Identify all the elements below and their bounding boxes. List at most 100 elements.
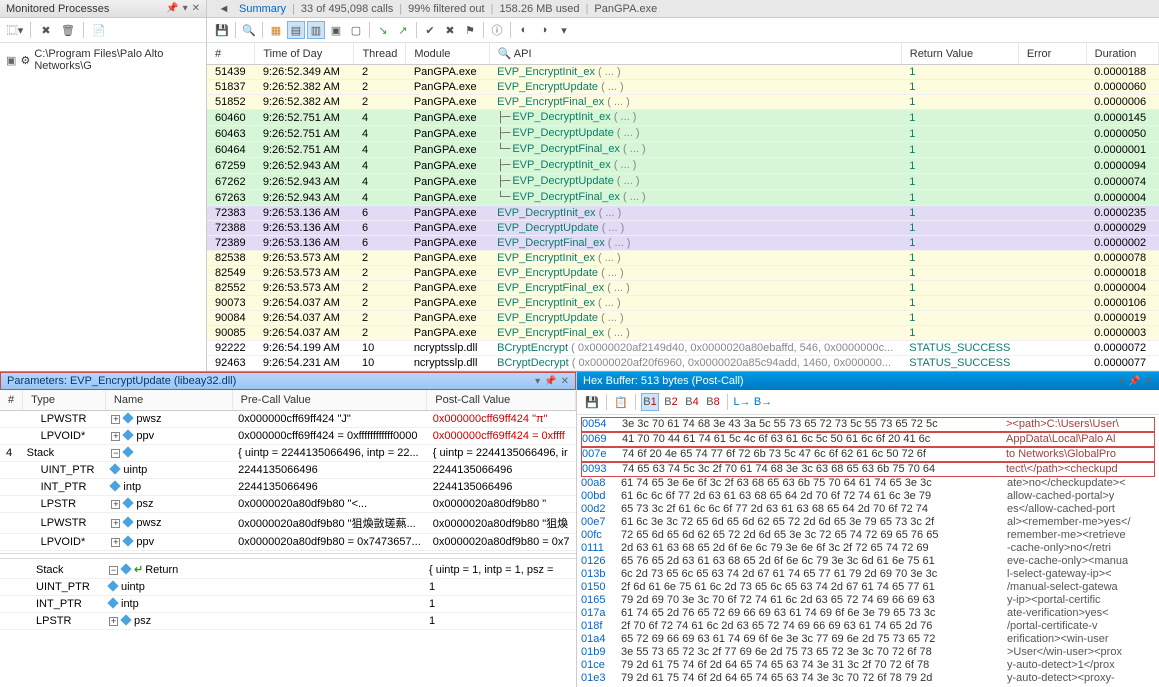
- view3-button[interactable]: ▥: [307, 21, 325, 39]
- info-button[interactable]: ⓘ: [488, 21, 506, 39]
- opt3-button[interactable]: ▾: [555, 21, 573, 39]
- table-row[interactable]: 604649:26:52.751 AM4PanGPA.exe └─EVP_Dec…: [207, 142, 1159, 158]
- col-error[interactable]: Error: [1018, 43, 1086, 65]
- bookmark-del-button[interactable]: ✖: [441, 21, 459, 39]
- pin-icon[interactable]: 📌: [166, 3, 178, 14]
- table-row[interactable]: 518379:26:52.382 AM2PanGPA.exeEVP_Encryp…: [207, 80, 1159, 95]
- goto-button[interactable]: ↘: [374, 21, 392, 39]
- back-button[interactable]: ◄: [215, 0, 233, 18]
- add-proc-button[interactable]: ⿴▾: [6, 21, 24, 39]
- param-row[interactable]: INT_PTRintp1: [0, 596, 576, 613]
- table-row[interactable]: 518529:26:52.382 AM2PanGPA.exeEVP_Encryp…: [207, 95, 1159, 110]
- col-return[interactable]: Return Value: [901, 43, 1018, 65]
- table-row[interactable]: 672629:26:52.943 AM4PanGPA.exe ├─EVP_Dec…: [207, 174, 1159, 190]
- delete-button[interactable]: 🗑: [59, 21, 77, 39]
- b8-button[interactable]: B8: [704, 393, 722, 411]
- pin-icon[interactable]: ▾: [1119, 376, 1124, 387]
- hex-line[interactable]: 00e761 6c 3e 3c 72 65 6d 65 6d 62 65 72 …: [581, 516, 1155, 529]
- param-row[interactable]: UINT_PTRuintp1: [0, 579, 576, 596]
- table-row[interactable]: 514399:26:52.349 AM2PanGPA.exeEVP_Encryp…: [207, 65, 1159, 80]
- table-row[interactable]: 922229:26:54.199 AM10ncryptsslp.dllBCryp…: [207, 341, 1159, 356]
- search-icon[interactable]: 🔍: [498, 48, 512, 60]
- expand-icon[interactable]: ▣: [6, 54, 16, 67]
- param-row[interactable]: LPVOID*+ppv0x000000cff69ff424 = 0xffffff…: [0, 428, 576, 445]
- hex-line[interactable]: 013b6c 2d 73 65 6c 65 63 74 2d 67 61 74 …: [581, 568, 1155, 581]
- close-icon[interactable]: ✕: [561, 376, 569, 387]
- table-row[interactable]: 900849:26:54.037 AM2PanGPA.exeEVP_Encryp…: [207, 311, 1159, 326]
- pcol-pre[interactable]: Pre-Call Value: [232, 390, 427, 411]
- table-row[interactable]: 723889:26:53.136 AM6PanGPA.exeEVP_Decryp…: [207, 221, 1159, 236]
- hex-line[interactable]: 00543e 3c 70 61 74 68 3e 43 3a 5c 55 73 …: [581, 417, 1155, 432]
- param-row[interactable]: LPVOID*+ppv0x0000020a80df9b80 = 0x747365…: [0, 534, 576, 551]
- hex-line[interactable]: 017a61 74 65 2d 76 65 72 69 66 69 63 61 …: [581, 607, 1155, 620]
- col-thread[interactable]: Thread: [354, 43, 406, 65]
- be-button[interactable]: B→: [754, 393, 772, 411]
- call-grid[interactable]: # Time of Day Thread Module 🔍 API Return…: [207, 43, 1159, 371]
- table-row[interactable]: 825529:26:53.573 AM2PanGPA.exeEVP_Encryp…: [207, 281, 1159, 296]
- table-row[interactable]: 825389:26:53.573 AM2PanGPA.exeEVP_Encryp…: [207, 251, 1159, 266]
- table-row[interactable]: 723839:26:53.136 AM6PanGPA.exeEVP_Decryp…: [207, 206, 1159, 221]
- hex-content[interactable]: 00543e 3c 70 61 74 68 3e 43 3a 5c 55 73 …: [577, 415, 1159, 687]
- hex-line[interactable]: 01a465 72 69 66 69 63 61 74 69 6f 6e 3e …: [581, 633, 1155, 646]
- tag-button[interactable]: ⚑: [461, 21, 479, 39]
- param-row[interactable]: LPSTR+psz1: [0, 613, 576, 630]
- pcol-name[interactable]: Name: [105, 390, 232, 411]
- view1-button[interactable]: ▦: [267, 21, 285, 39]
- param-row[interactable]: LPSTR+psz0x0000020a80df9b80 "<...0x00000…: [0, 496, 576, 513]
- hex-line[interactable]: 01e379 2d 61 75 74 6f 2d 64 65 74 65 63 …: [581, 672, 1155, 685]
- find-button[interactable]: 🔍: [240, 21, 258, 39]
- col-duration[interactable]: Duration: [1086, 43, 1158, 65]
- param-row[interactable]: INT_PTRintp22441350664962244135066496: [0, 479, 576, 496]
- bookmark-button[interactable]: ✔: [421, 21, 439, 39]
- col-module[interactable]: Module: [406, 43, 489, 65]
- pin2-icon[interactable]: 📌: [1128, 376, 1140, 387]
- hex-line[interactable]: 01112d 63 61 63 68 65 2d 6f 6e 6c 79 3e …: [581, 542, 1155, 555]
- hex-line[interactable]: 018f2f 70 6f 72 74 61 6c 2d 63 65 72 74 …: [581, 620, 1155, 633]
- hex-line[interactable]: 01b93e 55 73 65 72 3c 2f 77 69 6e 2d 75 …: [581, 646, 1155, 659]
- goto2-button[interactable]: ↗: [394, 21, 412, 39]
- col-num[interactable]: #: [207, 43, 255, 65]
- hex-line[interactable]: 00bd61 6c 6c 6f 77 2d 63 61 63 68 65 64 …: [581, 490, 1155, 503]
- hex-line[interactable]: 006941 70 70 44 61 74 61 5c 4c 6f 63 61 …: [581, 432, 1155, 447]
- pin-icon[interactable]: ▾: [535, 376, 540, 387]
- hex-line[interactable]: 009374 65 63 74 5c 3c 2f 70 61 74 68 3e …: [581, 462, 1155, 477]
- table-row[interactable]: 900739:26:54.037 AM2PanGPA.exeEVP_Encryp…: [207, 296, 1159, 311]
- table-row[interactable]: 723899:26:53.136 AM6PanGPA.exeEVP_Decryp…: [207, 236, 1159, 251]
- table-row[interactable]: 672599:26:52.943 AM4PanGPA.exe ├─EVP_Dec…: [207, 158, 1159, 174]
- le-button[interactable]: L→: [733, 393, 751, 411]
- param-row[interactable]: LPWSTR+pwsz0x000000cff69ff424 "J"0x00000…: [0, 411, 576, 428]
- props-button[interactable]: 📄: [90, 21, 108, 39]
- remove-button[interactable]: ✖: [37, 21, 55, 39]
- dropdown-icon[interactable]: ▾: [183, 3, 188, 14]
- tree-item[interactable]: ▣ ⚙ C:\Program Files\Palo Alto Networks\…: [4, 47, 202, 73]
- pcol-post[interactable]: Post-Call Value: [427, 390, 576, 411]
- param-row[interactable]: 4Stack−{ uintp = 2244135066496, intp = 2…: [0, 445, 576, 462]
- hex-line[interactable]: 016579 2d 69 70 3e 3c 70 6f 72 74 61 6c …: [581, 594, 1155, 607]
- copy-button[interactable]: 📋: [612, 393, 630, 411]
- col-time[interactable]: Time of Day: [255, 43, 354, 65]
- save-button[interactable]: 💾: [583, 393, 601, 411]
- params-grid[interactable]: # Type Name Pre-Call Value Post-Call Val…: [0, 390, 576, 687]
- b2-button[interactable]: B2: [662, 393, 680, 411]
- hex-line[interactable]: 00d265 73 3c 2f 61 6c 6c 6f 77 2d 63 61 …: [581, 503, 1155, 516]
- param-row[interactable]: LPWSTR+pwsz0x0000020a80df9b80 "狙煥敳瑳爇...0…: [0, 513, 576, 534]
- pcol-type[interactable]: Type: [23, 390, 106, 411]
- param-row[interactable]: Stack−↵Return{ uintp = 1, intp = 1, psz …: [0, 561, 576, 579]
- table-row[interactable]: 825499:26:53.573 AM2PanGPA.exeEVP_Encryp…: [207, 266, 1159, 281]
- filter1-button[interactable]: ▣: [327, 21, 345, 39]
- table-row[interactable]: 924639:26:54.231 AM10ncryptsslp.dllBCryp…: [207, 356, 1159, 371]
- hex-line[interactable]: 00fc72 65 6d 65 6d 62 65 72 2d 6d 65 3e …: [581, 529, 1155, 542]
- view2-button[interactable]: ▤: [287, 21, 305, 39]
- filter2-button[interactable]: ▢: [347, 21, 365, 39]
- summary-link[interactable]: Summary: [239, 3, 286, 15]
- opt1-button[interactable]: ◐: [515, 21, 533, 39]
- hex-line[interactable]: 012665 76 65 2d 63 61 63 68 65 2d 6f 6e …: [581, 555, 1155, 568]
- table-row[interactable]: 900859:26:54.037 AM2PanGPA.exeEVP_Encryp…: [207, 326, 1159, 341]
- hex-line[interactable]: 00a861 74 65 3e 6e 6f 3c 2f 63 68 65 63 …: [581, 477, 1155, 490]
- b1-button[interactable]: B1: [641, 393, 659, 411]
- hex-line[interactable]: 01502f 6d 61 6e 75 61 6c 2d 73 65 6c 65 …: [581, 581, 1155, 594]
- close-icon[interactable]: ✕: [1145, 376, 1153, 387]
- pcol-h[interactable]: #: [0, 390, 23, 411]
- table-row[interactable]: 604609:26:52.751 AM4PanGPA.exe ├─EVP_Dec…: [207, 110, 1159, 126]
- hex-line[interactable]: 007e74 6f 20 4e 65 74 77 6f 72 6b 73 5c …: [581, 447, 1155, 462]
